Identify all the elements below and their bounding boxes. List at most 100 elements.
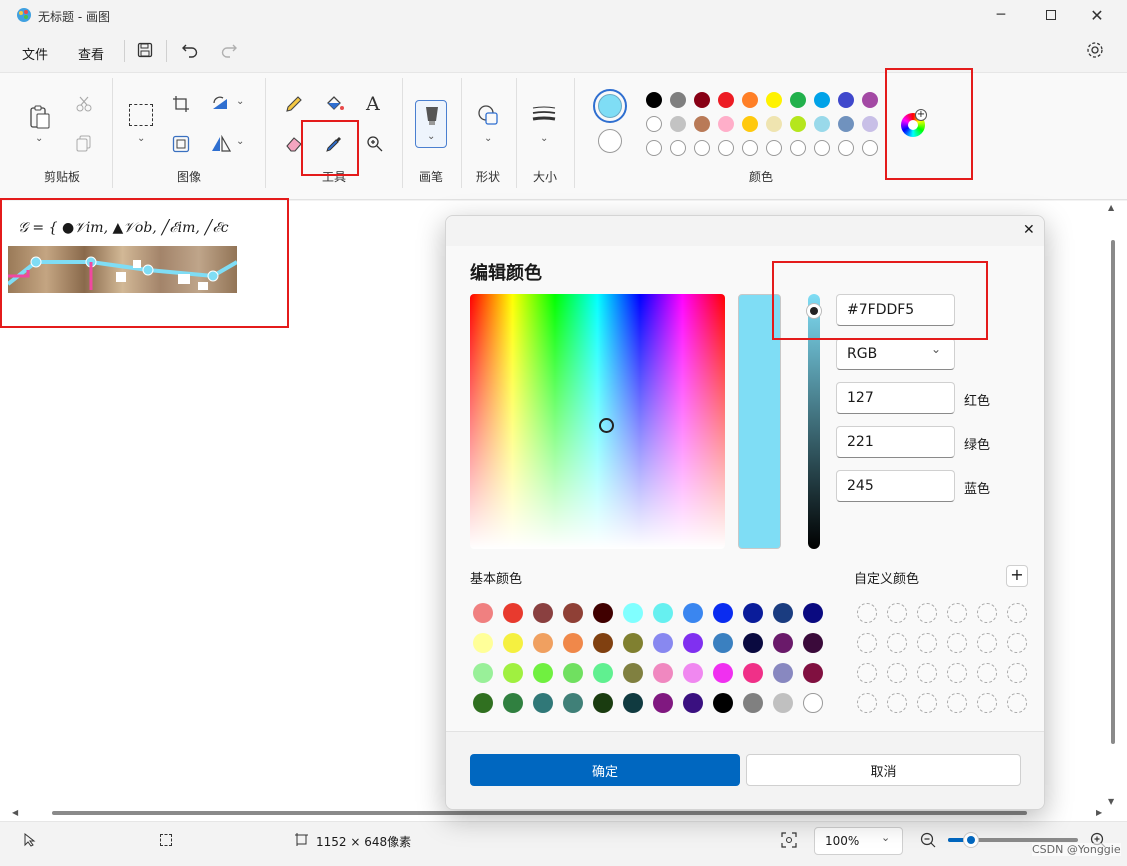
palette-swatch[interactable] (814, 116, 830, 132)
select-chevron-icon[interactable]: ⌄ (137, 133, 145, 144)
basic-color-swatch[interactable] (533, 633, 553, 653)
zoom-slider-thumb[interactable] (963, 832, 979, 848)
basic-color-swatch[interactable] (503, 603, 523, 623)
blue-input[interactable]: 245 (836, 470, 955, 502)
basic-color-swatch[interactable] (563, 603, 583, 623)
basic-color-swatch[interactable] (773, 663, 793, 683)
palette-empty-swatch[interactable] (838, 140, 854, 156)
text-tool-icon[interactable]: A (366, 93, 380, 115)
custom-color-slot[interactable] (887, 633, 907, 653)
basic-color-swatch[interactable] (563, 693, 583, 713)
palette-swatch[interactable] (838, 116, 854, 132)
palette-swatch[interactable] (838, 92, 854, 108)
fit-to-window-icon[interactable] (781, 832, 797, 848)
palette-swatch[interactable] (814, 92, 830, 108)
custom-color-slot[interactable] (1007, 633, 1027, 653)
basic-color-swatch[interactable] (653, 603, 673, 623)
basic-color-swatch[interactable] (503, 663, 523, 683)
basic-color-swatch[interactable] (803, 693, 823, 713)
custom-color-slot[interactable] (947, 633, 967, 653)
palette-swatch[interactable] (766, 92, 782, 108)
vertical-scrollbar-thumb[interactable] (1111, 240, 1115, 744)
palette-swatch[interactable] (646, 92, 662, 108)
basic-color-swatch[interactable] (623, 693, 643, 713)
custom-color-slot[interactable] (977, 693, 997, 713)
fill-bucket-icon[interactable] (325, 95, 345, 113)
settings-gear-icon[interactable] (1086, 41, 1104, 59)
pencil-icon[interactable] (285, 95, 303, 113)
basic-color-swatch[interactable] (713, 633, 733, 653)
custom-color-slot[interactable] (857, 663, 877, 683)
add-custom-color-button[interactable]: + (1006, 565, 1028, 587)
palette-swatch[interactable] (862, 92, 878, 108)
basic-color-swatch[interactable] (653, 693, 673, 713)
basic-color-swatch[interactable] (773, 633, 793, 653)
basic-color-swatch[interactable] (593, 693, 613, 713)
menu-view[interactable]: 查看 (78, 44, 104, 63)
basic-color-swatch[interactable] (653, 633, 673, 653)
red-input[interactable]: 127 (836, 382, 955, 414)
dialog-close-button[interactable]: ✕ (1023, 222, 1035, 238)
palette-empty-swatch[interactable] (742, 140, 758, 156)
basic-color-swatch[interactable] (593, 663, 613, 683)
zoom-out-icon[interactable] (920, 832, 936, 848)
palette-swatch[interactable] (790, 116, 806, 132)
custom-color-slot[interactable] (887, 693, 907, 713)
basic-color-swatch[interactable] (473, 603, 493, 623)
custom-color-slot[interactable] (887, 663, 907, 683)
size-chevron-icon[interactable]: ⌄ (540, 133, 548, 144)
spectrum-cursor[interactable] (599, 418, 614, 433)
custom-color-slot[interactable] (1007, 603, 1027, 623)
custom-color-slot[interactable] (917, 663, 937, 683)
custom-color-slot[interactable] (1007, 663, 1027, 683)
resize-icon[interactable] (172, 135, 190, 153)
palette-empty-swatch[interactable] (790, 140, 806, 156)
palette-swatch[interactable] (718, 92, 734, 108)
palette-swatch[interactable] (646, 116, 662, 132)
select-icon[interactable] (129, 104, 153, 126)
custom-color-slot[interactable] (977, 633, 997, 653)
palette-swatch[interactable] (694, 116, 710, 132)
basic-color-swatch[interactable] (473, 693, 493, 713)
custom-color-slot[interactable] (857, 603, 877, 623)
palette-swatch[interactable] (718, 116, 734, 132)
palette-swatch[interactable] (862, 116, 878, 132)
basic-color-swatch[interactable] (713, 693, 733, 713)
basic-color-swatch[interactable] (533, 693, 553, 713)
rotate-icon[interactable] (211, 95, 231, 113)
palette-empty-swatch[interactable] (766, 140, 782, 156)
palette-empty-swatch[interactable] (814, 140, 830, 156)
basic-color-swatch[interactable] (773, 693, 793, 713)
palette-swatch[interactable] (670, 116, 686, 132)
primary-color-ring[interactable] (593, 89, 627, 123)
shapes-chevron-icon[interactable]: ⌄ (484, 133, 492, 144)
shapes-icon[interactable] (477, 104, 499, 126)
basic-color-swatch[interactable] (563, 633, 583, 653)
basic-color-swatch[interactable] (713, 603, 733, 623)
flip-icon[interactable] (211, 135, 231, 153)
basic-color-swatch[interactable] (503, 693, 523, 713)
crop-icon[interactable] (172, 95, 190, 113)
custom-color-slot[interactable] (947, 603, 967, 623)
magnifier-icon[interactable] (366, 135, 384, 153)
flip-chevron-icon[interactable]: ⌄ (236, 136, 244, 147)
basic-color-swatch[interactable] (503, 633, 523, 653)
color-mode-select[interactable]: RGB ⌄ (836, 338, 955, 370)
basic-color-swatch[interactable] (533, 603, 553, 623)
basic-color-swatch[interactable] (683, 663, 703, 683)
palette-swatch[interactable] (790, 92, 806, 108)
custom-color-slot[interactable] (887, 603, 907, 623)
palette-empty-swatch[interactable] (862, 140, 878, 156)
basic-color-swatch[interactable] (803, 633, 823, 653)
zoom-slider-track[interactable] (948, 832, 1078, 848)
save-icon[interactable] (137, 42, 153, 58)
close-window-button[interactable]: ✕ (1086, 4, 1108, 26)
redo-icon[interactable] (220, 42, 238, 58)
palette-swatch[interactable] (742, 92, 758, 108)
size-icon[interactable] (532, 106, 556, 124)
basic-color-swatch[interactable] (773, 603, 793, 623)
custom-color-slot[interactable] (917, 603, 937, 623)
scroll-up-arrow[interactable]: ▲ (1108, 203, 1114, 212)
basic-color-swatch[interactable] (533, 663, 553, 683)
palette-swatch[interactable] (742, 116, 758, 132)
